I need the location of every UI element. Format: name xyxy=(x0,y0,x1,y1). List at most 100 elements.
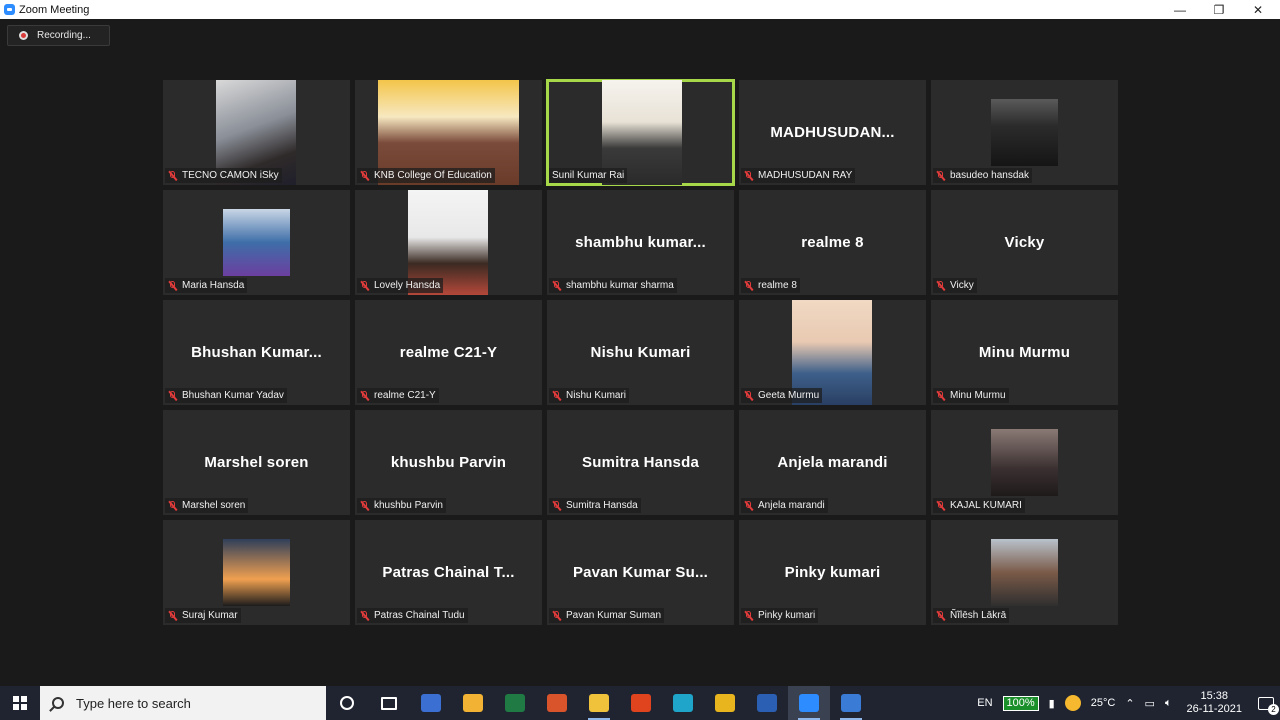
notification-count: 2 xyxy=(1268,703,1279,715)
muted-mic-icon xyxy=(936,390,946,401)
office-icon xyxy=(631,694,651,712)
muted-mic-icon xyxy=(360,170,370,181)
minimize-button[interactable]: — xyxy=(1160,0,1200,19)
participant-tile[interactable]: Lovely Hansda xyxy=(355,190,542,295)
participant-tile[interactable]: Vicky Vicky xyxy=(931,190,1118,295)
notification-button[interactable]: 2 xyxy=(1252,686,1280,720)
participant-tile[interactable]: realme C21-Y realme C21-Y xyxy=(355,300,542,405)
participant-name-tag: Sunil Kumar Rai xyxy=(549,168,628,183)
participant-tile[interactable]: realme 8 realme 8 xyxy=(739,190,926,295)
taskbar: Type here to search EN 100% ▮ 25°C ⌃ ▭ 🔈… xyxy=(0,686,1280,720)
participant-video xyxy=(991,99,1058,166)
file-explorer-taskbar-button[interactable] xyxy=(578,686,620,720)
recording-indicator[interactable]: Recording... xyxy=(7,25,110,46)
chevron-up-icon[interactable]: ⌃ xyxy=(1125,697,1134,710)
participant-name: Pavan Kumar Suman xyxy=(566,610,662,621)
gallery-grid: TECNO CAMON iSky KNB College Of Education… xyxy=(163,79,1118,625)
participant-tile[interactable]: Pavan Kumar Su... Pavan Kumar Suman xyxy=(547,520,734,625)
record-icon xyxy=(19,31,28,40)
participant-tile[interactable]: Maria Hansda xyxy=(163,190,350,295)
participant-name: Anjela marandi xyxy=(758,500,825,511)
chrome-icon xyxy=(715,694,735,712)
participant-tile[interactable]: shambhu kumar... shambhu kumar sharma xyxy=(547,190,734,295)
participant-name: KNB College Of Education xyxy=(374,170,492,181)
close-button[interactable]: ✕ xyxy=(1238,0,1278,19)
clock[interactable]: 15:38 26-11-2021 xyxy=(1187,690,1242,716)
participant-name: realme C21-Y xyxy=(374,390,436,401)
edge-taskbar-button[interactable] xyxy=(662,686,704,720)
participant-name: Sumitra Hansda xyxy=(566,500,638,511)
participant-name: Patras Chainal Tudu xyxy=(374,610,465,621)
file-explorer-icon xyxy=(589,694,609,712)
participant-tile[interactable]: Bhushan Kumar... Bhushan Kumar Yadav xyxy=(163,300,350,405)
word-taskbar-button[interactable] xyxy=(746,686,788,720)
participant-tile[interactable]: Suraj Kumar xyxy=(163,520,350,625)
participant-tile[interactable]: Ñĩlēsh Lākrā xyxy=(931,520,1118,625)
cortana-taskbar-button[interactable] xyxy=(326,686,368,720)
temperature-label[interactable]: 25°C xyxy=(1091,697,1116,709)
restore-button[interactable]: ❐ xyxy=(1199,0,1239,19)
recording-label: Recording... xyxy=(37,30,91,41)
participant-tile[interactable]: TECNO CAMON iSky xyxy=(163,80,350,185)
participant-name-tag: Bhushan Kumar Yadav xyxy=(165,388,287,403)
participant-name-tag: Geeta Murmu xyxy=(741,388,823,403)
participant-name-tag: KAJAL KUMARI xyxy=(933,498,1025,513)
app-blue-taskbar-button[interactable] xyxy=(410,686,452,720)
windows-icon xyxy=(13,696,27,710)
office-taskbar-button[interactable] xyxy=(620,686,662,720)
zoom-app-icon xyxy=(4,4,15,15)
acrobat-icon xyxy=(547,694,567,712)
weather-icon[interactable] xyxy=(1064,695,1081,711)
participant-name-tag: Vicky xyxy=(933,278,977,293)
zoom-taskbar-button[interactable] xyxy=(788,686,830,720)
excel-taskbar-button[interactable] xyxy=(494,686,536,720)
muted-mic-icon xyxy=(168,500,178,511)
participant-tile[interactable]: Sunil Kumar Rai xyxy=(546,79,735,186)
muted-mic-icon xyxy=(744,170,754,181)
chrome-taskbar-button[interactable] xyxy=(704,686,746,720)
participant-tile[interactable]: KNB College Of Education xyxy=(355,80,542,185)
participant-tile[interactable]: basudeo hansdak xyxy=(931,80,1118,185)
acrobat-taskbar-button[interactable] xyxy=(536,686,578,720)
muted-mic-icon xyxy=(936,170,946,181)
participant-tile[interactable]: Minu Murmu Minu Murmu xyxy=(931,300,1118,405)
participant-tile[interactable]: Sumitra Hansda Sumitra Hansda xyxy=(547,410,734,515)
power-icon[interactable]: ▮ xyxy=(1049,697,1055,710)
start-button[interactable] xyxy=(0,686,40,720)
participant-name-tag: Anjela marandi xyxy=(741,498,828,513)
participant-tile[interactable]: Pinky kumari Pinky kumari xyxy=(739,520,926,625)
taskbar-search[interactable]: Type here to search xyxy=(40,686,326,720)
participant-tile[interactable]: KAJAL KUMARI xyxy=(931,410,1118,515)
app-pin-icon xyxy=(841,694,861,712)
participant-tile[interactable]: Geeta Murmu xyxy=(739,300,926,405)
participant-tile[interactable]: Anjela marandi Anjela marandi xyxy=(739,410,926,515)
participant-name-tag: Suraj Kumar xyxy=(165,608,241,623)
participant-name-tag: Maria Hansda xyxy=(165,278,248,293)
participant-name: Pinky kumari xyxy=(758,610,816,621)
participant-tile[interactable]: Patras Chainal T... Patras Chainal Tudu xyxy=(355,520,542,625)
participant-name: Ñĩlēsh Lākrā xyxy=(950,610,1007,621)
participant-name: Bhushan Kumar Yadav xyxy=(182,390,284,401)
app-pin-taskbar-button[interactable] xyxy=(830,686,872,720)
network-icon[interactable]: ▭ xyxy=(1145,697,1155,710)
language-indicator[interactable]: EN xyxy=(977,697,992,709)
battery-indicator[interactable]: 100% xyxy=(1002,695,1039,711)
title-bar: Zoom Meeting — ❐ ✕ xyxy=(0,0,1280,19)
participant-name-tag: Lovely Hansda xyxy=(357,278,444,293)
participant-name: Vicky xyxy=(950,280,974,291)
participant-tile[interactable]: khushbu Parvin khushbu Parvin xyxy=(355,410,542,515)
participant-name: Geeta Murmu xyxy=(758,390,820,401)
participant-tile[interactable]: MADHUSUDAN... MADHUSUDAN RAY xyxy=(739,80,926,185)
participant-name: Sunil Kumar Rai xyxy=(552,170,625,181)
task-view-taskbar-button[interactable] xyxy=(368,686,410,720)
volume-icon[interactable]: 🔈︎ xyxy=(1165,697,1172,710)
participant-name: Maria Hansda xyxy=(182,280,245,291)
muted-mic-icon xyxy=(744,390,754,401)
participant-name: Lovely Hansda xyxy=(374,280,441,291)
muted-mic-icon xyxy=(360,500,370,511)
search-icon xyxy=(52,697,64,709)
participant-tile[interactable]: Marshel soren Marshel soren xyxy=(163,410,350,515)
participant-name-tag: shambhu kumar sharma xyxy=(549,278,677,293)
store-taskbar-button[interactable] xyxy=(452,686,494,720)
participant-tile[interactable]: Nishu Kumari Nishu Kumari xyxy=(547,300,734,405)
